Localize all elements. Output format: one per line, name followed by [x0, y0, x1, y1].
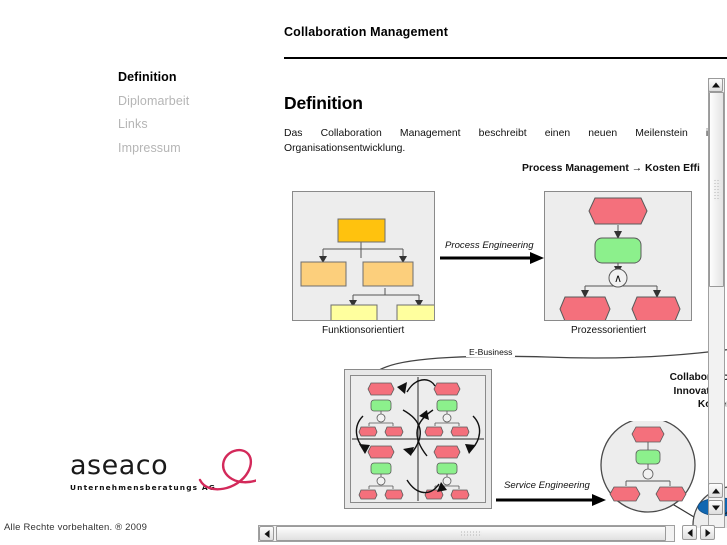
panel-funktionsorientiert [292, 191, 444, 328]
page-title: Collaboration Management [284, 25, 449, 39]
sidebar: Definition Diplomarbeit Links Impressum … [0, 0, 284, 545]
sidebar-item-impressum[interactable]: Impressum [118, 137, 248, 161]
inner-scroll-right-button[interactable] [700, 525, 715, 540]
arrow-e-business-label: E-Business [466, 347, 516, 357]
panel-quadrant-network [344, 369, 492, 509]
document-vertical-scroll-thumb[interactable] [709, 92, 724, 287]
process-engineering-arrow-icon [440, 252, 544, 264]
arrow-service-engineering-label: Service Engineering [504, 480, 590, 491]
page-horizontal-scrollbar[interactable] [258, 525, 675, 542]
triangle-up-icon [711, 82, 720, 88]
browser-page: Definition Diplomarbeit Links Impressum … [0, 0, 727, 545]
quadrant-network-svg [352, 377, 484, 501]
panel-prozessorientiert: ∧ [544, 191, 692, 322]
collaboration-diagram: Process Management → Kosten Effi Funktio… [256, 163, 727, 528]
scroll-thumb-grip [460, 530, 482, 537]
collaboration-network-svg [600, 421, 727, 528]
triangle-left-icon [264, 529, 269, 538]
document-vertical-scrollbar[interactable] [708, 78, 725, 528]
sidebar-item-definition[interactable]: Definition [118, 66, 248, 90]
sidebar-item-diplomarbeit[interactable]: Diplomarbeit [118, 90, 248, 114]
diagram-top-caption: Process Management → Kosten Effi [522, 163, 700, 174]
section-heading: Definition [284, 93, 363, 113]
sidebar-item-links[interactable]: Links [118, 113, 248, 137]
aseaco-logo[interactable]: aseaco Unternehmensberatungs AG [70, 448, 284, 492]
svg-text:∧: ∧ [614, 272, 622, 285]
logo-wordmark: aseaco [70, 450, 169, 481]
inner-scroll-up-button[interactable] [708, 483, 723, 498]
page-scroll-left-button[interactable] [259, 526, 274, 541]
org-tree-svg [300, 218, 444, 328]
section-paragraph: Das Collaboration Management beschreibt … [284, 128, 714, 154]
title-divider [284, 57, 727, 59]
inner-scroll-left-button[interactable] [682, 525, 697, 540]
triangle-up-icon [711, 488, 720, 493]
document-viewport: Definition Das Collaboration Management … [256, 78, 727, 528]
scroll-thumb-grip [713, 178, 720, 201]
main-navigation: Definition Diplomarbeit Links Impressum [118, 66, 248, 160]
triangle-right-icon [705, 528, 710, 537]
arrow-process-engineering-label: Process Engineering [445, 240, 534, 251]
logo-tagline: Unternehmensberatungs AG [70, 483, 217, 492]
content-frame: Collaboration Management Definition Das … [256, 0, 727, 545]
triangle-left-icon [687, 528, 692, 537]
document-scroll-up-button[interactable] [708, 78, 723, 92]
epc-chain-svg: ∧ [559, 197, 681, 322]
triangle-down-icon [711, 505, 720, 510]
inner-scroll-down-button[interactable] [708, 500, 723, 515]
document-canvas: Definition Das Collaboration Management … [256, 79, 727, 528]
copyright-text: Alle Rechte vorbehalten. ® 2009 [4, 522, 148, 533]
page-horizontal-scroll-thumb[interactable] [276, 526, 666, 541]
